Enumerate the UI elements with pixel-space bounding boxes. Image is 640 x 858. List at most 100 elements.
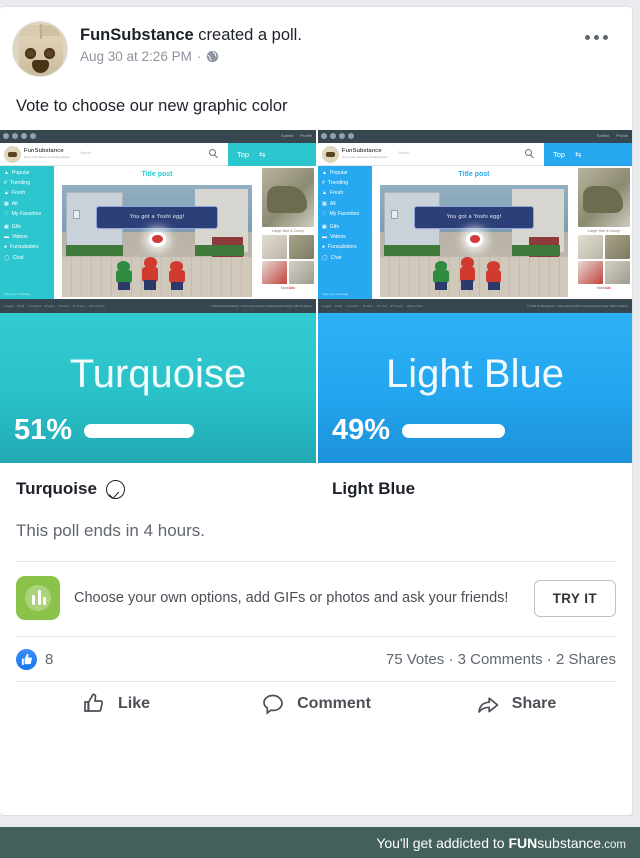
like-summary[interactable]: 8 bbox=[16, 649, 53, 670]
poll-bars-icon bbox=[16, 576, 60, 620]
comment-button[interactable]: Comment bbox=[216, 692, 416, 716]
photo-dialog-bubble: You got a Yoshi egg! bbox=[96, 206, 218, 229]
post-header-text: FunSubstance created a poll. Aug 30 at 2… bbox=[80, 21, 302, 64]
mock-tagline: Funny, Pics, Memes & Trending Stories bbox=[24, 156, 70, 159]
poll-result-light-blue[interactable]: Light Blue 49% bbox=[316, 313, 632, 463]
mock-content-column: Title post You got a Yoshi egg! bbox=[56, 166, 258, 299]
post-timestamp[interactable]: Aug 30 at 2:26 PM bbox=[80, 49, 192, 64]
mock-top-filter: Top ⇆ bbox=[228, 143, 316, 166]
sidebar-item-chat: ◯ Chat bbox=[322, 255, 372, 261]
sidebar-label: All bbox=[11, 200, 18, 207]
dot bbox=[603, 35, 608, 40]
sidebar-item-gifs: ▣ Gifs bbox=[322, 224, 372, 230]
poll-image-light-blue[interactable]: Submit Profile FunSubstance Funny, Pics,… bbox=[316, 130, 632, 313]
photo-character-mario-2 bbox=[168, 261, 185, 291]
poll-result-percent: 51% bbox=[14, 414, 73, 446]
poll-result-name: Light Blue bbox=[386, 352, 564, 396]
photo-hedge-left bbox=[383, 245, 441, 256]
author-name[interactable]: FunSubstance bbox=[80, 26, 194, 44]
shuffle-icon: ⇆ bbox=[575, 150, 582, 159]
sidebar-item-popular: ▲ Popular bbox=[322, 170, 372, 176]
facebook-icon bbox=[3, 133, 9, 139]
photo-character-luigi bbox=[115, 261, 132, 291]
funsubstance-watermark-bar: You'll get addicted to FUNsubstance.com bbox=[0, 827, 640, 858]
sidebar-item-chat: ◯ Chat bbox=[4, 255, 54, 261]
photo-hedge-right bbox=[195, 245, 245, 256]
ad-thumb bbox=[262, 260, 288, 285]
ad-more-link: Ads bbox=[288, 286, 296, 291]
poll-image-turquoise[interactable]: Submit Profile FunSubstance Funny, Pics,… bbox=[0, 130, 316, 313]
photo-window bbox=[73, 209, 80, 219]
ad-thumb bbox=[578, 260, 604, 285]
more-options-icon[interactable] bbox=[585, 35, 608, 40]
poll-result-row: 49% bbox=[318, 414, 632, 447]
like-button-label: Like bbox=[117, 695, 150, 712]
poll-label-light-blue[interactable]: Light Blue bbox=[316, 479, 632, 499]
photo-dialog-text: You got a Yoshi egg! bbox=[129, 214, 185, 221]
sidebar-item-popular: ▲ Popular bbox=[4, 170, 54, 176]
popular-icon: ▲ bbox=[4, 170, 9, 176]
ad-more-link: Ads bbox=[604, 286, 612, 291]
sidebar-label: All bbox=[329, 200, 336, 207]
avatar-eye-right bbox=[44, 48, 55, 59]
comment-bubble-icon bbox=[263, 694, 283, 715]
sidebar-label: Chat bbox=[330, 254, 342, 261]
mock-brand: FunSubstance bbox=[24, 148, 64, 154]
mock-footer-links: Legal · FAQ · Contact · Rules · Terms · … bbox=[4, 303, 106, 308]
ad-more-text: More bbox=[280, 286, 289, 291]
mock-logo-icon bbox=[4, 146, 21, 163]
screenshot-root: FunSubstance created a poll. Aug 30 at 2… bbox=[0, 0, 640, 858]
video-icon: ▬ bbox=[4, 234, 9, 241]
share-button[interactable]: Share bbox=[416, 692, 616, 716]
chat-icon: ◯ bbox=[4, 254, 10, 261]
mock-ad-column: Large Size & Comfy MoreAds bbox=[260, 166, 316, 299]
shuffle-icon: ⇆ bbox=[259, 150, 266, 159]
like-count: 8 bbox=[45, 651, 54, 668]
sidebar-item-gifs: ▣ Gifs bbox=[4, 224, 54, 230]
watermark-brand-bold: FUN bbox=[508, 834, 538, 851]
mock-chat-placeholder: Type your message bbox=[4, 292, 31, 296]
poll-result-bar bbox=[402, 423, 506, 438]
sidebar-label: My Favorites bbox=[329, 210, 360, 217]
mock-ad-column: Large Size & Comfy MoreAds bbox=[576, 166, 632, 299]
poll-result-name: Turquoise bbox=[69, 352, 247, 396]
check-circle-icon bbox=[105, 479, 125, 499]
photo-character-mario bbox=[459, 256, 476, 291]
like-button[interactable]: Like bbox=[16, 692, 216, 716]
ad-more-text: More bbox=[596, 286, 605, 291]
poll-result-turquoise[interactable]: Turquoise 51% bbox=[0, 313, 316, 463]
sidebar-item-videos: ▬ Videos bbox=[4, 234, 54, 240]
mock-footer-copyright: © 2019 FunSubstance · Funny and random c… bbox=[526, 303, 628, 308]
post-byline: FunSubstance created a poll. bbox=[80, 25, 302, 45]
sidebar-label: Videos bbox=[12, 234, 28, 241]
mail-icon bbox=[339, 133, 345, 139]
sidebar-item-fresh: ▲ Fresh bbox=[322, 190, 372, 196]
sidebar-label: Fresh bbox=[11, 190, 26, 197]
ad-thumb bbox=[288, 260, 314, 285]
profile-link: Profile bbox=[616, 133, 628, 138]
mock-footer: Legal · FAQ · Contact · Rules · Terms · … bbox=[0, 299, 316, 313]
sidebar-label: Popular bbox=[11, 170, 30, 176]
poll-label-turquoise[interactable]: Turquoise bbox=[0, 479, 316, 499]
poll-results: Turquoise 51% Light Blue 49% bbox=[0, 313, 632, 463]
photo-character-luigi bbox=[433, 261, 450, 291]
profile-link: Profile bbox=[300, 133, 312, 138]
sidebar-item-funsubsters: ● Funsubsters bbox=[4, 244, 54, 250]
ad-image-main bbox=[578, 168, 630, 228]
instagram-icon bbox=[12, 133, 18, 139]
sidebar-item-trending: # Trending bbox=[4, 180, 54, 186]
vote-comment-share-counts[interactable]: 75 Votes · 3 Comments · 2 Shares bbox=[386, 651, 616, 668]
submit-link: Submit bbox=[597, 133, 610, 138]
ad-thumbnail-grid bbox=[262, 235, 314, 285]
mock-brand: FunSubstance bbox=[342, 148, 382, 154]
try-it-button[interactable]: TRY IT bbox=[533, 579, 616, 617]
fresh-icon: ▲ bbox=[322, 190, 327, 197]
sidebar-item-trending: # Trending bbox=[322, 180, 372, 186]
watermark-prefix: You'll get addicted to bbox=[376, 834, 509, 851]
avatar[interactable] bbox=[12, 21, 68, 77]
gif-icon: ▣ bbox=[4, 223, 9, 230]
sidebar-item-my-favorites: ♡ My Favorites bbox=[4, 211, 54, 217]
photo-window bbox=[391, 209, 398, 219]
trending-icon: # bbox=[4, 180, 7, 187]
ad-image-main bbox=[262, 168, 314, 228]
